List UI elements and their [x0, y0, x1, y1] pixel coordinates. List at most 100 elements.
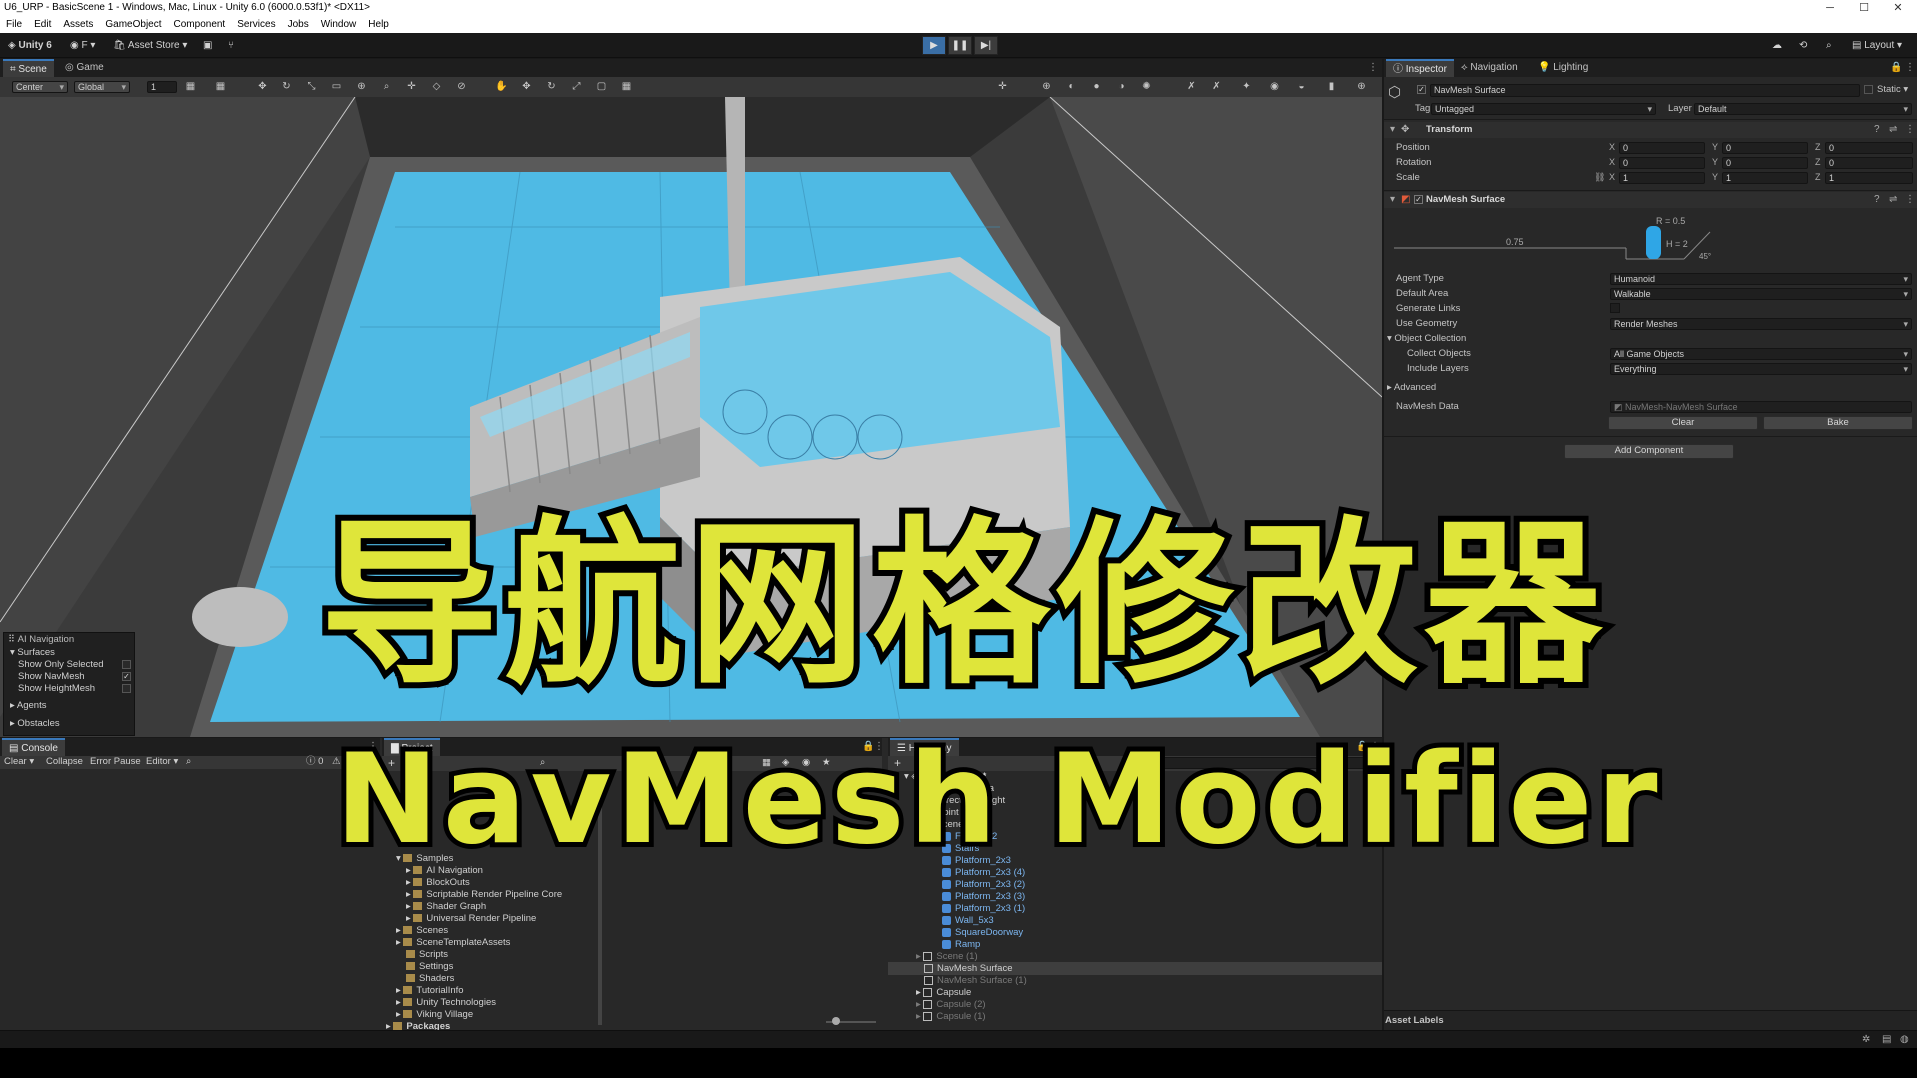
hierarchy-item[interactable]: Platform_2x3 (3): [942, 891, 1025, 903]
grid-snap-icon[interactable]: ▦: [214, 81, 227, 93]
hierarchy-item[interactable]: Wall_5x3: [942, 915, 994, 927]
hierarchy-item[interactable]: SquareDoorway: [942, 927, 1023, 939]
preset-icon[interactable]: ⇌: [1889, 124, 1897, 135]
close-button[interactable]: ✕: [1883, 0, 1913, 16]
hand-tool-icon[interactable]: ✋: [495, 81, 508, 93]
clear-button[interactable]: Clear: [1608, 416, 1758, 430]
hierarchy-item[interactable]: ▸ Capsule: [916, 987, 971, 999]
scale-x-field[interactable]: 1: [1619, 172, 1705, 184]
obstacles-foldout[interactable]: ▸ Obstacles: [10, 718, 60, 730]
object-name-field[interactable]: NavMesh Surface: [1430, 84, 1860, 97]
menu-gameobject[interactable]: GameObject: [99, 16, 167, 33]
custom-gizmo-icon[interactable]: ▦: [620, 81, 633, 93]
agents-foldout[interactable]: ▸ Agents: [10, 700, 46, 712]
help-icon[interactable]: ?: [1874, 194, 1880, 205]
hierarchy-item[interactable]: NavMesh Surface (1): [924, 975, 1027, 987]
move-tool-icon[interactable]: ✥: [256, 81, 269, 93]
progress-icon[interactable]: ▤: [1882, 1034, 1891, 1045]
surfaces-foldout[interactable]: ▾ Surfaces: [10, 647, 55, 659]
scale-y-field[interactable]: 1: [1722, 172, 1808, 184]
tab-console[interactable]: ▤ Console: [2, 738, 65, 756]
maximize-button[interactable]: ☐: [1849, 0, 1879, 16]
default-area-dropdown[interactable]: Walkable: [1610, 288, 1912, 300]
show-only-selected-checkbox[interactable]: [122, 660, 131, 669]
snap-field[interactable]: 1: [147, 81, 177, 93]
menu-component[interactable]: Component: [168, 16, 232, 33]
gizmos-icon[interactable]: ⊕: [1355, 81, 1368, 93]
more-options-icon[interactable]: ⋮: [1368, 62, 1378, 73]
wireframe-icon[interactable]: ◐: [1065, 81, 1078, 93]
project-folder[interactable]: ▸ Shader Graph: [406, 901, 486, 913]
position-z-field[interactable]: 0: [1825, 142, 1913, 154]
search-icon[interactable]: ⌕: [1826, 38, 1832, 53]
hierarchy-item[interactable]: ▸ Capsule (2): [916, 999, 986, 1011]
navmesh-surface-header[interactable]: ▾ ◩ ✓ NavMesh Surface ? ⇌ ⋮: [1384, 192, 1917, 208]
advanced-foldout[interactable]: ▸ Advanced: [1387, 381, 1436, 395]
scale-z-field[interactable]: 1: [1825, 172, 1913, 184]
shaded-icon[interactable]: ●: [1090, 81, 1103, 93]
preset-icon[interactable]: ⇌: [1889, 194, 1897, 205]
error-pause-button[interactable]: Error Pause: [90, 756, 141, 768]
layer-dropdown[interactable]: Default: [1694, 103, 1912, 115]
more-options-icon[interactable]: ⋮: [1905, 62, 1915, 73]
position-x-field[interactable]: 0: [1619, 142, 1705, 154]
collapse-button[interactable]: Collapse: [46, 756, 83, 768]
visibility-icon[interactable]: ✦: [1240, 81, 1253, 93]
lit-icon[interactable]: ◑: [1115, 81, 1128, 93]
rotate-gizmo-icon[interactable]: ↻: [545, 81, 558, 93]
static-label[interactable]: Static ▾: [1877, 84, 1908, 95]
hidden-icon[interactable]: ◉: [1268, 81, 1281, 93]
zoom-tool-icon[interactable]: ⌕: [380, 81, 393, 93]
unity-logo[interactable]: ◈ Unity 6: [8, 38, 52, 53]
snap-tool-icon[interactable]: ✛: [405, 81, 418, 93]
tab-navigation[interactable]: ⟡ Navigation: [1454, 59, 1525, 77]
menu-services[interactable]: Services: [231, 16, 281, 33]
audio-icon[interactable]: ✗: [1185, 81, 1198, 93]
vertex-tool-icon[interactable]: ◇: [430, 81, 443, 93]
bug-icon[interactable]: ◍: [1900, 1034, 1909, 1045]
orientation-icon[interactable]: ✛: [996, 81, 1009, 93]
static-checkbox[interactable]: [1864, 85, 1873, 94]
add-component-button[interactable]: Add Component: [1564, 444, 1734, 459]
project-folder[interactable]: ▸ TutorialInfo: [396, 985, 464, 997]
position-y-field[interactable]: 0: [1722, 142, 1808, 154]
include-layers-dropdown[interactable]: Everything: [1610, 363, 1912, 375]
zoom-slider-handle[interactable]: [832, 1017, 840, 1025]
hierarchy-item[interactable]: ▸ Capsule (1): [916, 1011, 986, 1023]
component-menu-icon[interactable]: ⋮: [1905, 194, 1915, 205]
account-dropdown[interactable]: ◉ F ▾: [70, 38, 95, 53]
fx-icon[interactable]: ✗: [1210, 81, 1223, 93]
link-icon[interactable]: ⛓: [1594, 172, 1605, 183]
pivot-dropdown[interactable]: Center: [12, 81, 68, 93]
lock-icon[interactable]: 🔒: [1890, 62, 1902, 73]
rotation-y-field[interactable]: 0: [1722, 157, 1808, 169]
pause-button[interactable]: ❚❚: [948, 36, 972, 55]
step-button[interactable]: ▶|: [974, 36, 998, 55]
show-heightmesh-checkbox[interactable]: [122, 684, 131, 693]
camera-icon[interactable]: ◒: [1295, 81, 1308, 93]
project-folder[interactable]: ▸ Universal Render Pipeline: [406, 913, 536, 925]
collect-objects-dropdown[interactable]: All Game Objects: [1610, 348, 1912, 360]
component-enabled-checkbox[interactable]: ✓: [1414, 195, 1423, 204]
use-geometry-dropdown[interactable]: Render Meshes: [1610, 318, 1912, 330]
project-folder[interactable]: Shaders: [406, 973, 454, 985]
scale-gizmo-icon[interactable]: ⤢: [570, 81, 583, 93]
project-folder[interactable]: ▸ Scriptable Render Pipeline Core: [406, 889, 562, 901]
scale-tool-icon[interactable]: ⤡: [305, 81, 318, 93]
project-folder[interactable]: ▸ SceneTemplateAssets: [396, 937, 510, 949]
console-search-icon[interactable]: ⌕: [186, 756, 191, 768]
project-folder[interactable]: ▸ Unity Technologies: [396, 997, 496, 1009]
tab-game[interactable]: ◎ Game: [58, 59, 111, 77]
rotation-x-field[interactable]: 0: [1619, 157, 1705, 169]
menu-jobs[interactable]: Jobs: [282, 16, 315, 33]
rect-gizmo-icon[interactable]: ▢: [595, 81, 608, 93]
project-folder[interactable]: Scripts: [406, 949, 448, 961]
tab-lighting[interactable]: 💡 Lighting: [1531, 59, 1595, 77]
rect-tool-icon[interactable]: ▭: [330, 81, 343, 93]
menu-help[interactable]: Help: [362, 16, 395, 33]
navmesh-data-field[interactable]: ◩ NavMesh-NavMesh Surface: [1610, 401, 1912, 413]
layout-dropdown[interactable]: ▤ Layout ▾: [1852, 38, 1902, 53]
tab-scene[interactable]: ⌗ Scene: [3, 59, 54, 77]
hierarchy-item-selected[interactable]: NavMesh Surface: [924, 963, 1013, 975]
agent-type-dropdown[interactable]: Humanoid: [1610, 273, 1912, 285]
